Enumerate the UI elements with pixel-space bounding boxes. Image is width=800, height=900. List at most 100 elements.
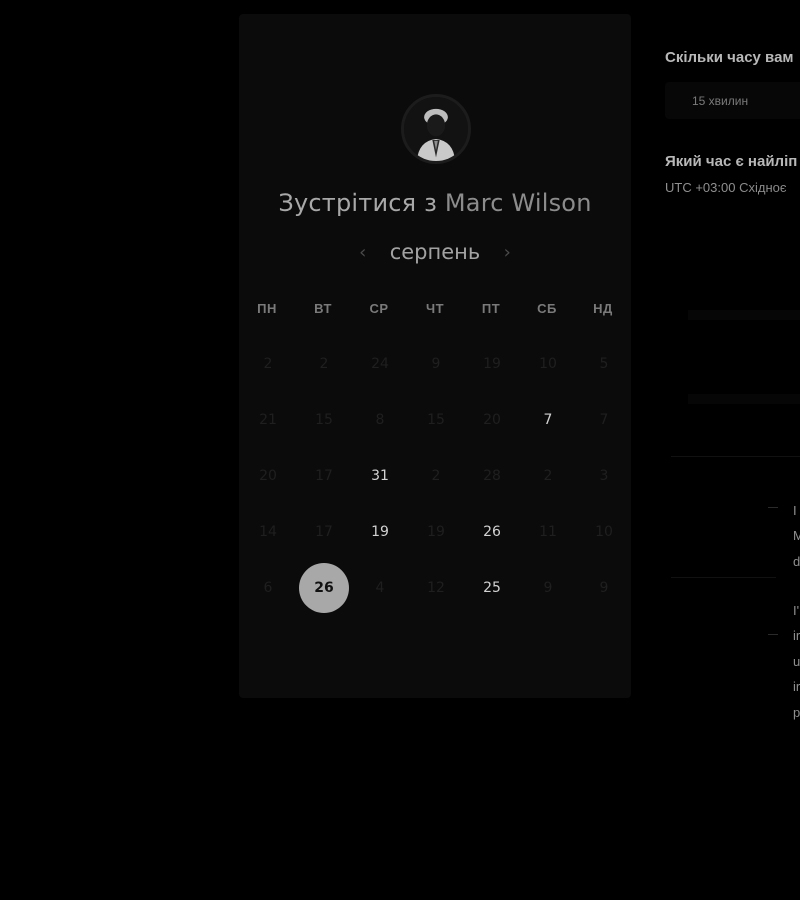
calendar-day-unavailable: 15 <box>408 392 464 448</box>
day-number: 11 <box>539 524 557 540</box>
weekday-label: ЧТ <box>425 301 445 316</box>
timezone-offset: UTC +03:00 <box>665 180 736 195</box>
calendar-day-unavailable: 19 <box>464 336 520 392</box>
message-text: p <box>793 705 800 720</box>
day-number: 19 <box>427 524 445 540</box>
message-text: ir <box>793 628 800 643</box>
weekday-label: ВТ <box>314 301 332 316</box>
prev-month-icon[interactable]: ‹ <box>356 242 370 263</box>
calendar-day-unavailable: 10 <box>520 336 576 392</box>
day-number: 10 <box>539 356 557 372</box>
day-number: 2 <box>431 468 441 484</box>
calendar-day-unavailable: 10 <box>576 504 632 560</box>
duration-selector[interactable]: 15 хвилин <box>665 82 800 119</box>
message-text: u <box>793 654 800 669</box>
calendar-day-available[interactable]: 19 <box>352 504 408 560</box>
day-number: 9 <box>543 580 553 596</box>
calendar-day-unavailable: 21 <box>240 392 296 448</box>
duration-option[interactable]: 15 хвилин <box>692 94 748 108</box>
day-number: 15 <box>315 412 333 428</box>
calendar-day-unavailable: 4 <box>352 560 408 616</box>
next-month-icon[interactable]: › <box>500 242 514 263</box>
message-text: d <box>793 554 800 569</box>
calendar-day-available[interactable]: 7 <box>520 392 576 448</box>
calendar-day-unavailable: 15 <box>296 392 352 448</box>
day-number: 17 <box>315 468 333 484</box>
day-number: 25 <box>483 580 501 596</box>
day-number: 2 <box>319 356 329 372</box>
calendar-day-selected[interactable]: 26 <box>296 560 352 616</box>
calendar-day-unavailable: 17 <box>296 448 352 504</box>
day-number: 31 <box>371 468 389 484</box>
weekday-label: ПТ <box>481 301 501 316</box>
day-number: 24 <box>371 356 389 372</box>
current-month: серпень <box>389 240 481 264</box>
calendar-day-unavailable: 24 <box>352 336 408 392</box>
section-divider <box>671 577 776 578</box>
calendar-day-unavailable: 6 <box>240 560 296 616</box>
weekday-label: НД <box>593 301 613 316</box>
day-number: 8 <box>375 412 385 428</box>
booking-form-panel: Скільки часу вам 15 хвилин Який час є на… <box>648 14 800 900</box>
calendar-day-unavailable: 20 <box>464 392 520 448</box>
meeting-title: Зустрітися з Marc Wilson <box>239 189 631 217</box>
day-number: 9 <box>431 356 441 372</box>
message-text: I <box>793 503 797 518</box>
day-number: 20 <box>259 468 277 484</box>
duration-question: Скільки часу вам <box>665 49 794 66</box>
time-slot-placeholder <box>688 310 800 320</box>
calendar-day-available[interactable]: 26 <box>464 504 520 560</box>
calendar-day-unavailable: 2 <box>240 336 296 392</box>
time-question: Який час є найліп <box>665 153 798 170</box>
calendar-day-unavailable: 7 <box>576 392 632 448</box>
day-number: 26 <box>483 524 501 540</box>
day-number: 5 <box>599 356 609 372</box>
booking-page: Зустрітися з Marc Wilson ‹ серпень › ПН В… <box>0 0 800 900</box>
day-number: 7 <box>543 412 553 428</box>
calendar-day-unavailable: 14 <box>240 504 296 560</box>
message-text: I' <box>793 603 800 618</box>
day-number: 12 <box>427 580 445 596</box>
day-number: 7 <box>599 412 609 428</box>
day-number: 2 <box>263 356 273 372</box>
calendar-day-unavailable: 8 <box>352 392 408 448</box>
time-slot-placeholder <box>688 394 800 404</box>
calendar-week: 21 15 8 15 20 7 7 <box>240 392 632 448</box>
day-number: 10 <box>595 524 613 540</box>
calendar-day-unavailable: 28 <box>464 448 520 504</box>
calendar-day-unavailable: 9 <box>520 560 576 616</box>
calendar-day-unavailable: 2 <box>520 448 576 504</box>
day-number: 17 <box>315 524 333 540</box>
day-number: 3 <box>599 468 609 484</box>
message-bullet <box>768 507 778 508</box>
calendar-day-unavailable: 19 <box>408 504 464 560</box>
calendar-day-unavailable: 9 <box>408 336 464 392</box>
booking-card: Зустрітися з Marc Wilson ‹ серпень › ПН В… <box>239 14 631 698</box>
timezone-name: Східноє <box>739 180 787 195</box>
timezone-selector[interactable]: UTC +03:00 Східноє <box>665 180 786 195</box>
month-navigator: ‹ серпень › <box>239 240 631 264</box>
calendar-day-unavailable: 11 <box>520 504 576 560</box>
calendar-day-available[interactable]: 31 <box>352 448 408 504</box>
calendar-day-unavailable: 5 <box>576 336 632 392</box>
calendar-day-unavailable: 2 <box>408 448 464 504</box>
weekday-label: СБ <box>537 301 557 316</box>
calendar-day-unavailable: 3 <box>576 448 632 504</box>
day-number: 21 <box>259 412 277 428</box>
day-number: 2 <box>543 468 553 484</box>
day-number: 20 <box>483 412 501 428</box>
calendar-grid: 2 2 24 9 19 10 5 21 15 8 15 20 7 7 20 17 31 2 28 2 3 14 17 19 19… <box>240 336 632 616</box>
calendar-day-unavailable: 17 <box>296 504 352 560</box>
host-name: Marc Wilson <box>444 189 592 217</box>
weekday-header: ПН ВТ СР ЧТ ПТ СБ НД <box>239 301 631 316</box>
calendar-week: 6 26 4 12 25 9 9 <box>240 560 632 616</box>
day-number: 15 <box>427 412 445 428</box>
day-number: 19 <box>483 356 501 372</box>
calendar-day-available[interactable]: 25 <box>464 560 520 616</box>
weekday-label: ПН <box>257 301 277 316</box>
weekday-label: СР <box>369 301 389 316</box>
day-number: 4 <box>375 580 385 596</box>
calendar-week: 20 17 31 2 28 2 3 <box>240 448 632 504</box>
calendar-week: 14 17 19 19 26 11 10 <box>240 504 632 560</box>
calendar-day-unavailable: 2 <box>296 336 352 392</box>
